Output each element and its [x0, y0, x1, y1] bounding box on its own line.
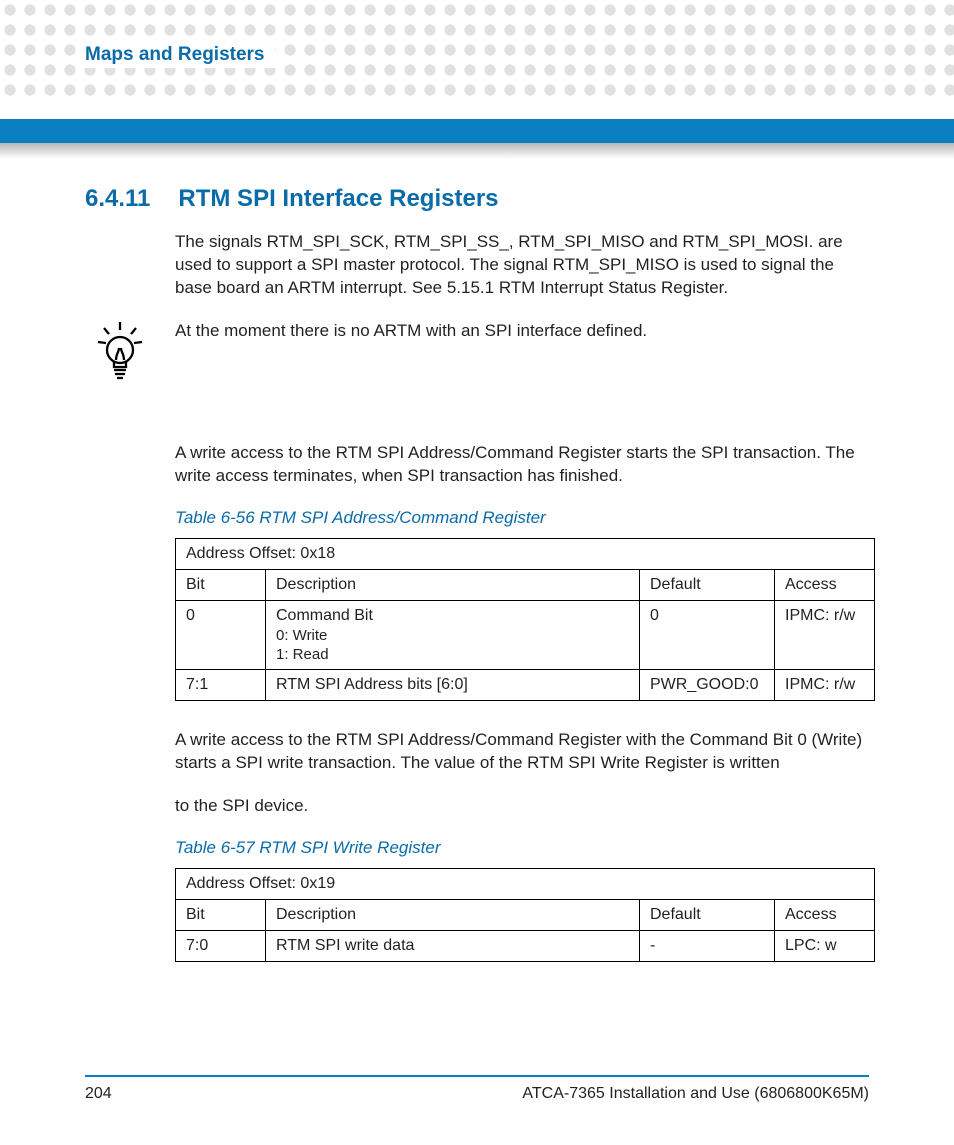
section-heading: 6.4.11 RTM SPI Interface Registers [85, 185, 869, 213]
section-title: RTM SPI Interface Registers [178, 185, 498, 213]
table-row: Address Offset: 0x18 [176, 538, 875, 569]
cell-description: RTM SPI Address bits [6:0] [266, 669, 640, 700]
table-row: Bit Description Default Access [176, 569, 875, 600]
note-text: At the moment there is no ARTM with an S… [155, 320, 647, 343]
paragraph-3: A write access to the RTM SPI Address/Co… [175, 729, 869, 775]
cell-bit: 0 [176, 600, 266, 669]
col-header-default: Default [640, 899, 775, 930]
cell-default: - [640, 930, 775, 961]
cell-description: Command Bit 0: Write 1: Read [266, 600, 640, 669]
col-header-description: Description [266, 899, 640, 930]
page-footer: 204 ATCA-7365 Installation and Use (6806… [85, 1075, 869, 1103]
table-rtm-spi-write: Address Offset: 0x19 Bit Description Def… [175, 868, 875, 962]
chapter-title: Maps and Registers [85, 42, 275, 68]
cell-access: IPMC: r/w [775, 600, 875, 669]
cell-bit: 7:1 [176, 669, 266, 700]
section-number: 6.4.11 [85, 185, 150, 213]
col-header-bit: Bit [176, 899, 266, 930]
table2-address: Address Offset: 0x19 [176, 868, 875, 899]
table1-address: Address Offset: 0x18 [176, 538, 875, 569]
header-gradient-bar [0, 143, 954, 159]
desc-sub2: 1: Read [276, 646, 629, 663]
page-number: 204 [85, 1085, 112, 1103]
table-row: 7:1 RTM SPI Address bits [6:0] PWR_GOOD:… [176, 669, 875, 700]
doc-title-footer: ATCA-7365 Installation and Use (6806800K… [522, 1085, 869, 1103]
cell-default: PWR_GOOD:0 [640, 669, 775, 700]
cell-description: RTM SPI write data [266, 930, 640, 961]
lightbulb-icon [85, 320, 155, 382]
table-row: 0 Command Bit 0: Write 1: Read 0 IPMC: r… [176, 600, 875, 669]
table1-caption: Table 6-56 RTM SPI Address/Command Regis… [175, 508, 869, 528]
table-row: Address Offset: 0x19 [176, 868, 875, 899]
cell-bit: 7:0 [176, 930, 266, 961]
cell-default: 0 [640, 600, 775, 669]
table-rtm-spi-address-command: Address Offset: 0x18 Bit Description Def… [175, 538, 875, 701]
col-header-description: Description [266, 569, 640, 600]
paragraph-2: A write access to the RTM SPI Address/Co… [175, 442, 869, 488]
col-header-bit: Bit [176, 569, 266, 600]
col-header-access: Access [775, 899, 875, 930]
note-block: At the moment there is no ARTM with an S… [85, 320, 869, 382]
table-row: 7:0 RTM SPI write data - LPC: w [176, 930, 875, 961]
table-row: Bit Description Default Access [176, 899, 875, 930]
table2-caption: Table 6-57 RTM SPI Write Register [175, 838, 869, 858]
col-header-access: Access [775, 569, 875, 600]
desc-sub1: 0: Write [276, 627, 629, 644]
header-blue-bar [0, 119, 954, 143]
cell-access: IPMC: r/w [775, 669, 875, 700]
paragraph-1: The signals RTM_SPI_SCK, RTM_SPI_SS_, RT… [175, 231, 869, 300]
col-header-default: Default [640, 569, 775, 600]
cell-access: LPC: w [775, 930, 875, 961]
desc-main: Command Bit [276, 607, 373, 624]
paragraph-4: to the SPI device. [175, 795, 869, 818]
page-content: 6.4.11 RTM SPI Interface Registers The s… [0, 185, 954, 990]
